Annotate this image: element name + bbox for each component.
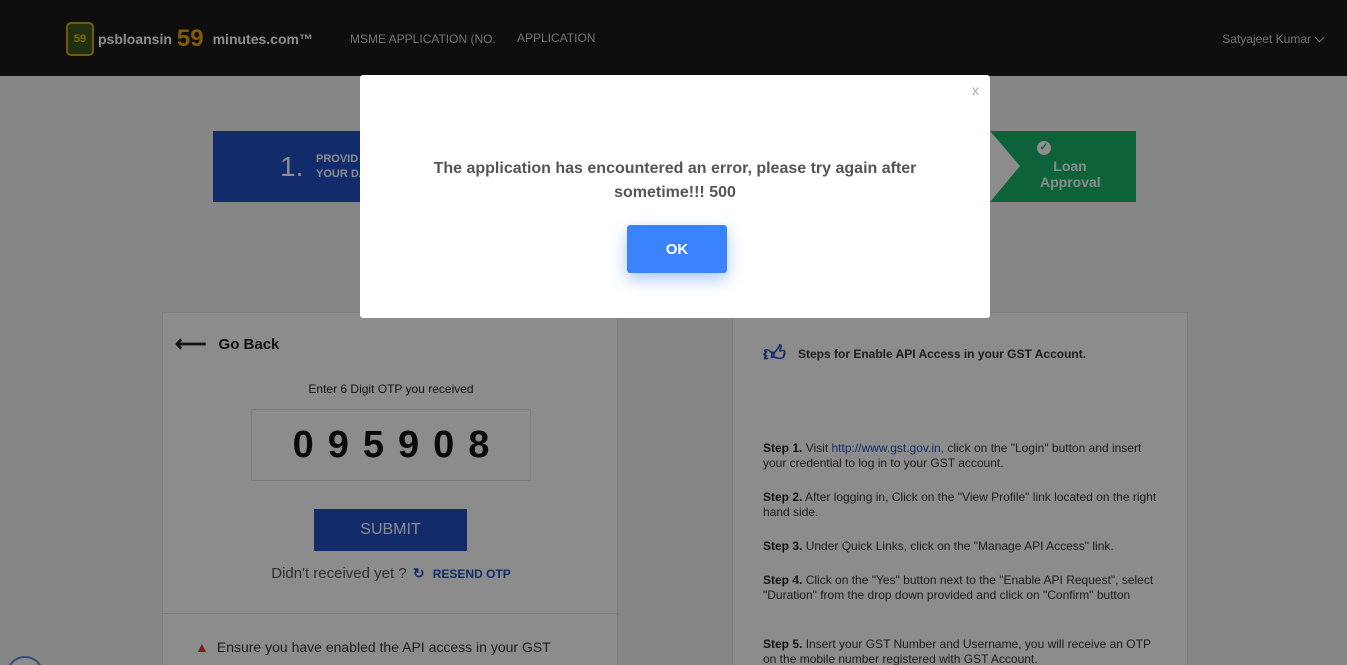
close-icon[interactable]: x <box>972 82 979 98</box>
error-dialog: x The application has encountered an err… <box>360 75 990 318</box>
ok-button[interactable]: OK <box>627 225 727 273</box>
error-message: The application has encountered an error… <box>433 160 917 201</box>
